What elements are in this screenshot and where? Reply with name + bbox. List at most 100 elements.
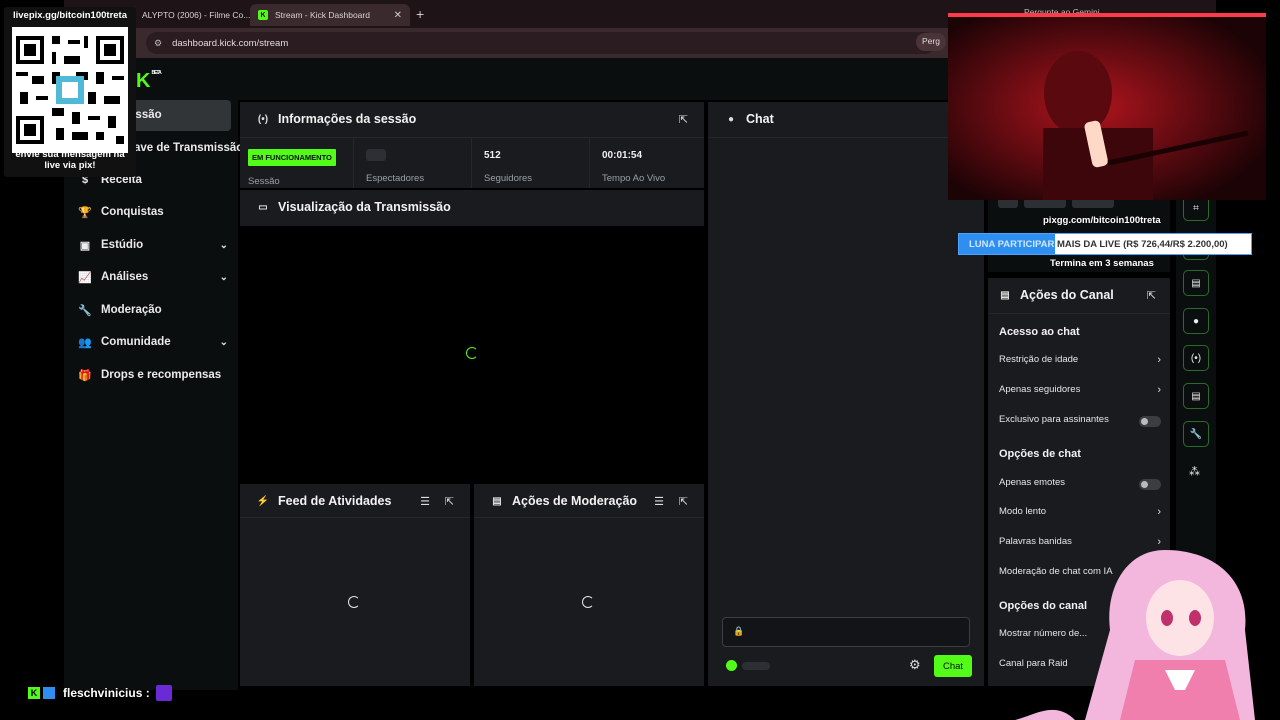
- moderator-badge-icon: [43, 687, 55, 699]
- option-subscribers-only: Exclusivo para assinantes: [999, 414, 1161, 430]
- vtuber-avatar-image: [1015, 550, 1255, 720]
- sidebar-item-drops[interactable]: 🎁 Drops e recompensas: [78, 365, 221, 385]
- stat-followers: 512 Seguidores: [472, 138, 589, 188]
- document-icon[interactable]: ▤: [1183, 270, 1209, 296]
- stat-label: Seguidores: [484, 173, 533, 184]
- chevron-down-icon[interactable]: ⌄: [220, 337, 228, 348]
- section-heading: Acesso ao chat: [999, 326, 1080, 338]
- loading-placeholder: [366, 149, 386, 161]
- status-badge: EM FUNCIONAMENTO: [248, 149, 336, 166]
- panel-title: ▤ Ações do Canal: [998, 288, 1114, 302]
- studio-icon: ▣: [79, 239, 91, 252]
- sidebar-item-conquistas[interactable]: 🏆 Conquistas: [78, 202, 163, 222]
- filter-icon[interactable]: ☰: [654, 495, 664, 508]
- emote-picker-icon[interactable]: [726, 660, 737, 671]
- channel-icon[interactable]: ▤: [1183, 383, 1209, 409]
- chat-panel: ● Chat 🔒 ⚙ Chat: [708, 102, 984, 686]
- section-heading: Opções de chat: [999, 448, 1081, 460]
- kick-favicon-icon: K: [258, 10, 268, 20]
- activity-feed-panel: ⚡ Feed de Atividades ☰ ⇱: [240, 484, 470, 686]
- more-icon[interactable]: ⁂: [1189, 465, 1200, 478]
- stat-session: EM FUNCIONAMENTO Sessão: [240, 138, 353, 188]
- sidebar: missão ave de Transmissão $ Receita 🏆 Conq…: [64, 100, 243, 690]
- channel-icon: ▤: [1000, 289, 1010, 301]
- preview-icon: ▭: [258, 201, 268, 213]
- divider: [708, 137, 984, 138]
- url-field[interactable]: ⚙ dashboard.kick.com/stream: [146, 32, 936, 54]
- chevron-right-icon: ›: [1157, 384, 1161, 396]
- donation-qr-overlay: livepix.gg/bitcoin100treta envie sua men…: [4, 7, 136, 177]
- qr-message: envie sua mensagem na live via pix!: [15, 149, 125, 171]
- sidebar-item-chave-transmissao[interactable]: ave de Transmissão: [134, 138, 243, 158]
- browser-tab-kick[interactable]: K Stream - Kick Dashboard ✕: [250, 4, 410, 26]
- document-icon: ▤: [492, 495, 502, 507]
- goal-text: LUNA PARTICIPAR MAIS DA LIVE (R$ 726,44/…: [969, 239, 1228, 250]
- send-chat-button[interactable]: Chat: [934, 655, 972, 677]
- option-age-restriction[interactable]: Restrição de idade ›: [999, 354, 1161, 370]
- pix-url-text: pixgg.com/bitcoin100treta: [1043, 215, 1161, 226]
- new-tab-button[interactable]: +: [416, 6, 424, 22]
- option-followers-only[interactable]: Apenas seguidores ›: [999, 384, 1161, 400]
- stat-viewers: Espectadores: [354, 138, 471, 188]
- session-info-panel: (•) Informações da sessão ⇱ EM FUNCIONAME…: [240, 102, 704, 188]
- divider: [988, 313, 1170, 314]
- sidebar-item-moderacao[interactable]: 🔧 Moderação: [78, 300, 162, 320]
- moderation-actions-panel: ▤ Ações de Moderação ☰ ⇱: [474, 484, 704, 686]
- loading-spinner: [348, 596, 360, 608]
- stat-label: Tempo Ao Vivo: [602, 173, 666, 184]
- sidebar-item-comunidade[interactable]: 👥 Comunidade ⌄: [78, 332, 228, 352]
- bolt-icon: ⚡: [256, 495, 270, 507]
- analytics-icon: 📈: [78, 271, 92, 284]
- loading-spinner: [582, 596, 594, 608]
- stream-preview-video[interactable]: [240, 226, 704, 482]
- gear-icon[interactable]: ⚙: [909, 657, 921, 673]
- gift-icon: 🎁: [78, 369, 92, 382]
- stat-value: 00:01:54: [602, 150, 643, 161]
- broadcast-icon[interactable]: (•): [1183, 345, 1209, 371]
- wrench-icon[interactable]: 🔧: [1183, 421, 1209, 447]
- panel-title: ⚡ Feed de Atividades: [256, 494, 392, 508]
- chat-input[interactable]: 🔒: [722, 617, 970, 647]
- subscribers-only-toggle[interactable]: [1139, 416, 1161, 427]
- trophy-icon: 🏆: [78, 206, 92, 219]
- qr-url-text: livepix.gg/bitcoin100treta: [12, 10, 128, 21]
- ask-gemini-button[interactable]: Perg: [916, 33, 946, 51]
- site-settings-icon[interactable]: ⚙: [154, 38, 162, 49]
- chevron-down-icon[interactable]: ⌄: [220, 240, 228, 251]
- stat-value: 512: [484, 150, 501, 161]
- panel-title: ▤ Ações de Moderação: [490, 494, 637, 508]
- broadcast-icon: (•): [257, 113, 269, 125]
- chevron-right-icon: ›: [1157, 354, 1161, 366]
- stat-label: Espectadores: [366, 173, 425, 184]
- close-icon[interactable]: ✕: [394, 10, 402, 21]
- popout-icon[interactable]: ⇱: [679, 495, 688, 508]
- screen: ALYPTO (2006) - Filme Co... ✕ K Stream -…: [0, 0, 1280, 720]
- stat-live-time: 00:01:54 Tempo Ao Vivo: [590, 138, 704, 188]
- username: fleschvinicius :: [63, 686, 150, 700]
- stat-label: Sessão: [248, 176, 280, 187]
- community-icon: 👥: [78, 336, 92, 349]
- divider: [474, 517, 704, 518]
- emote-icon: [155, 685, 172, 701]
- chevron-down-icon[interactable]: ⌄: [220, 272, 228, 283]
- stream-preview-header: ▭ Visualização da Transmissão: [240, 190, 704, 226]
- popout-icon[interactable]: ⇱: [445, 495, 454, 508]
- tab-label: Stream - Kick Dashboard: [275, 10, 370, 20]
- filter-icon[interactable]: ☰: [420, 495, 430, 508]
- qr-code-image: [12, 27, 128, 153]
- kick-logo[interactable]: K BETA: [136, 70, 162, 93]
- loading-placeholder: [742, 662, 770, 670]
- donation-goal-bar: LUNA PARTICIPAR MAIS DA LIVE (R$ 726,44/…: [958, 233, 1252, 255]
- tab-label: ALYPTO (2006) - Filme Co...: [142, 10, 251, 20]
- popout-icon[interactable]: ⇱: [679, 113, 688, 126]
- chat-bubble-icon[interactable]: ●: [1183, 308, 1209, 334]
- webcam-overlay: [948, 13, 1266, 200]
- sidebar-item-estudio[interactable]: ▣ Estúdio ⌄: [78, 235, 228, 255]
- chat-user-overlay: K fleschvinicius :: [28, 685, 172, 701]
- emotes-only-toggle[interactable]: [1139, 479, 1161, 490]
- wrench-icon: 🔧: [78, 304, 92, 317]
- popout-icon[interactable]: ⇱: [1147, 289, 1156, 302]
- webcam-border: [948, 13, 1266, 17]
- sidebar-item-analises[interactable]: 📈 Análises ⌄: [78, 267, 228, 287]
- option-slow-mode[interactable]: Modo lento ›: [999, 506, 1161, 522]
